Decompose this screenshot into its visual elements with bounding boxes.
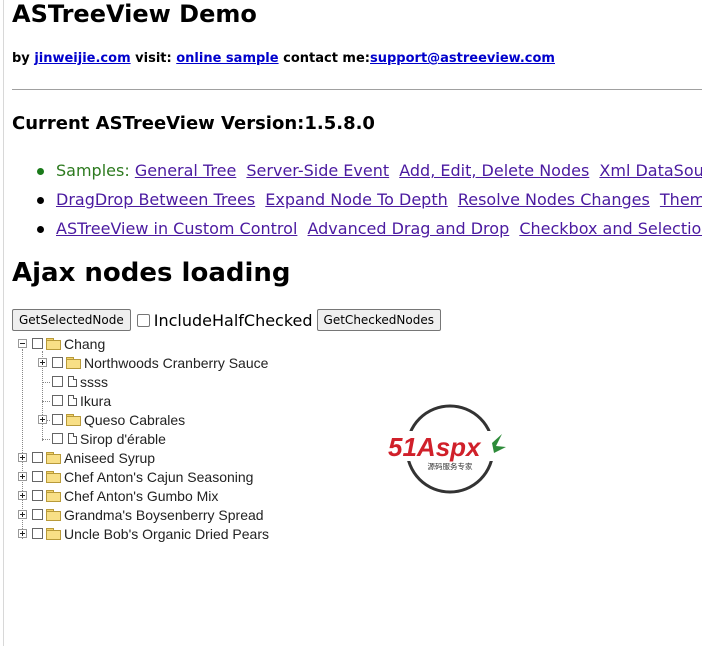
link-server-side-event[interactable]: Server-Side Event — [246, 161, 389, 180]
expand-toggle-icon[interactable] — [18, 472, 27, 481]
link-resolve-nodes-changes[interactable]: Resolve Nodes Changes — [458, 190, 650, 209]
folder-icon — [46, 338, 61, 350]
expand-toggle-icon[interactable] — [18, 491, 27, 500]
link-themes[interactable]: Themes — [660, 190, 702, 209]
link-dragdrop-between-trees[interactable]: DragDrop Between Trees — [56, 190, 255, 209]
byline: by jinweijie.com visit: online sample co… — [12, 51, 555, 66]
tree-node: Ikura — [52, 391, 111, 410]
link-expand-node-to-depth[interactable]: Expand Node To Depth — [265, 190, 447, 209]
folder-icon — [46, 509, 61, 521]
tree-node-label[interactable]: Chef Anton's Cajun Seasoning — [64, 469, 253, 485]
expand-toggle-icon[interactable] — [18, 453, 27, 462]
link-xml-datasource[interactable]: Xml DataSouce — [599, 161, 702, 180]
tree-node-checkbox[interactable] — [32, 471, 43, 482]
list-item: Samples: General Tree Server-Side Event … — [12, 158, 702, 187]
tree-node-checkbox[interactable] — [52, 395, 63, 406]
folder-icon — [66, 357, 81, 369]
tree-node-checkbox[interactable] — [32, 452, 43, 463]
version-heading: Current ASTreeView Version:1.5.8.0 — [12, 113, 375, 134]
get-selected-node-button[interactable]: GetSelectedNode — [12, 309, 131, 331]
tree-node-checkbox[interactable] — [52, 414, 63, 425]
tree-node-checkbox[interactable] — [52, 357, 63, 368]
visit-label: visit: — [135, 51, 172, 66]
tree-connector-line — [42, 382, 50, 383]
tree-node-label[interactable]: Chef Anton's Gumbo Mix — [64, 488, 218, 504]
list-item: ASTreeView in Custom Control Advanced Dr… — [12, 216, 702, 245]
folder-icon — [46, 528, 61, 540]
tree-node-label[interactable]: Ikura — [80, 393, 111, 409]
tree-node: Chef Anton's Gumbo Mix — [18, 486, 218, 505]
divider — [12, 89, 702, 90]
link-astreeview-custom-control[interactable]: ASTreeView in Custom Control — [56, 219, 297, 238]
bullet-icon — [37, 168, 44, 175]
online-sample-link[interactable]: online sample — [176, 51, 278, 66]
tree-node: Uncle Bob's Organic Dried Pears — [18, 524, 269, 543]
tree-connector-line — [42, 401, 50, 402]
tree-node-label[interactable]: Grandma's Boysenberry Spread — [64, 507, 264, 523]
logo-brand: 51Aspx — [388, 432, 482, 462]
expand-toggle-icon[interactable] — [18, 510, 27, 519]
by-label: by — [12, 51, 30, 66]
tree-node: Aniseed Syrup — [18, 448, 155, 467]
link-advanced-drag-drop[interactable]: Advanced Drag and Drop — [307, 219, 509, 238]
tree-node-label[interactable]: Uncle Bob's Organic Dried Pears — [64, 526, 269, 542]
link-general-tree[interactable]: General Tree — [135, 161, 236, 180]
email-link[interactable]: support@astreeview.com — [370, 51, 555, 66]
folder-icon — [46, 490, 61, 502]
tree-node: Chang — [18, 334, 105, 353]
watermark-logo: 51Aspx 源码服务专家 — [388, 404, 512, 494]
logo-subtitle: 源码服务专家 — [428, 461, 473, 471]
sample-links-list: Samples: General Tree Server-Side Event … — [12, 158, 702, 245]
link-add-edit-delete-nodes[interactable]: Add, Edit, Delete Nodes — [399, 161, 589, 180]
tree-node: Sirop d'érable — [52, 429, 166, 448]
include-half-checked-option[interactable]: IncludeHalfChecked — [133, 311, 313, 330]
tree-node-checkbox[interactable] — [32, 528, 43, 539]
folder-icon — [46, 471, 61, 483]
author-link[interactable]: jinweijie.com — [34, 51, 130, 66]
expand-toggle-icon[interactable] — [38, 358, 47, 367]
tree-node-label[interactable]: Queso Cabrales — [84, 412, 185, 428]
get-checked-nodes-button[interactable]: GetCheckedNodes — [316, 309, 441, 331]
include-half-checked-label: IncludeHalfChecked — [153, 310, 313, 330]
tree-node-label[interactable]: Sirop d'érable — [80, 431, 166, 447]
tree-node-label[interactable]: Aniseed Syrup — [64, 450, 155, 466]
expand-toggle-icon[interactable] — [38, 415, 47, 424]
bullet-icon — [37, 197, 44, 204]
tree-node-label[interactable]: Northwoods Cranberry Sauce — [84, 355, 268, 371]
collapse-toggle-icon[interactable] — [18, 339, 27, 348]
bullet-icon — [37, 226, 44, 233]
file-icon — [68, 376, 77, 387]
tree-node: ssss — [52, 372, 108, 391]
list-item: DragDrop Between Trees Expand Node To De… — [12, 187, 702, 216]
section-heading: Ajax nodes loading — [12, 258, 291, 288]
folder-icon — [66, 414, 81, 426]
samples-label: Samples: — [56, 161, 130, 180]
page-left-border — [3, 0, 4, 646]
tree-node: Chef Anton's Cajun Seasoning — [18, 467, 253, 486]
tree-node-label[interactable]: Chang — [64, 336, 105, 352]
tree-node-checkbox[interactable] — [32, 338, 43, 349]
contact-label: contact me: — [283, 51, 370, 66]
tree-node-checkbox[interactable] — [32, 509, 43, 520]
tree-node: Northwoods Cranberry Sauce — [38, 353, 268, 372]
expand-toggle-icon[interactable] — [18, 529, 27, 538]
tree-node-label[interactable]: ssss — [80, 374, 108, 390]
folder-icon — [46, 452, 61, 464]
include-half-checked-checkbox[interactable] — [136, 313, 150, 327]
link-checkbox-and-selection[interactable]: Checkbox and Selection — [519, 219, 702, 238]
file-icon — [68, 395, 77, 406]
tree-node-checkbox[interactable] — [52, 376, 63, 387]
tree-toolbar: GetSelectedNode IncludeHalfChecked GetCh… — [12, 309, 441, 331]
tree-node: Queso Cabrales — [38, 410, 185, 429]
tree-node-checkbox[interactable] — [32, 490, 43, 501]
page-title: ASTreeView Demo — [12, 0, 257, 28]
tree-node: Grandma's Boysenberry Spread — [18, 505, 264, 524]
file-icon — [68, 433, 77, 444]
tree-connector-line — [42, 439, 50, 440]
tree-node-checkbox[interactable] — [52, 433, 63, 444]
